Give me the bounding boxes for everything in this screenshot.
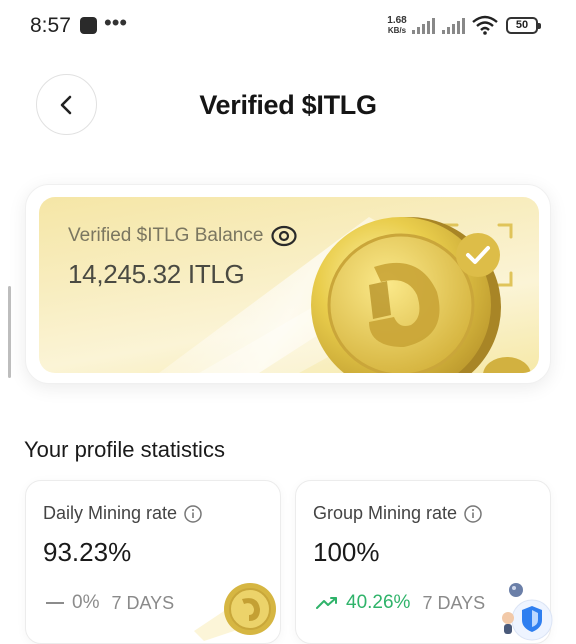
scroll-indicator[interactable] bbox=[8, 286, 11, 378]
dash-icon bbox=[46, 602, 64, 604]
balance-card: Verified $ITLG Balance 14,245.32 ITLG bbox=[25, 184, 551, 384]
stat-label: Daily Mining rate bbox=[43, 503, 178, 523]
info-icon[interactable] bbox=[184, 504, 202, 523]
stat-label: Group Mining rate bbox=[313, 503, 458, 523]
balance-label-row: Verified $ITLG Balance bbox=[68, 225, 297, 247]
network-speed-value: 1.68 bbox=[387, 15, 407, 26]
network-speed-unit: KB/s bbox=[387, 26, 407, 35]
floating-assistant-icon[interactable] bbox=[500, 582, 556, 644]
status-bar: 8:57 ••• 1.68 KB/s 50 bbox=[0, 0, 576, 54]
stat-card-daily-mining[interactable]: Daily Mining rate 93.23% 0% 7 DAYS bbox=[25, 480, 281, 644]
stat-label-row: Daily Mining rate bbox=[43, 503, 202, 524]
stat-label-row: Group Mining rate bbox=[313, 503, 482, 524]
balance-label: Verified $ITLG Balance bbox=[68, 225, 264, 246]
eye-icon[interactable] bbox=[271, 225, 297, 247]
signal-2-icon bbox=[442, 18, 465, 34]
page-title: Verified $ITLG bbox=[199, 90, 377, 120]
coin-decoration-icon bbox=[194, 583, 276, 641]
stat-value: 100% bbox=[313, 537, 380, 567]
stat-value: 93.23% bbox=[43, 537, 132, 567]
wifi-icon bbox=[472, 15, 498, 35]
trend-up-icon bbox=[316, 597, 337, 609]
balance-value: 14,245.32 ITLG bbox=[68, 259, 245, 289]
status-time: 8:57 bbox=[30, 14, 71, 37]
network-speed: 1.68 KB/s bbox=[384, 16, 410, 36]
stat-period: 7 DAYS bbox=[422, 592, 486, 613]
stat-change: 40.26% bbox=[346, 592, 411, 613]
balance-card-inner: Verified $ITLG Balance 14,245.32 ITLG bbox=[39, 197, 539, 373]
battery-icon: 50 bbox=[506, 17, 541, 34]
stat-period: 7 DAYS bbox=[111, 592, 175, 613]
stat-change-row: 0% 7 DAYS bbox=[46, 592, 174, 614]
signal-icon bbox=[412, 18, 435, 34]
stat-change: 0% bbox=[72, 592, 100, 613]
stat-change-row: 40.26% 7 DAYS bbox=[316, 592, 485, 614]
app-notification-icon bbox=[80, 17, 97, 34]
stats-section-title: Your profile statistics bbox=[24, 437, 225, 462]
more-notifications-icon: ••• bbox=[104, 10, 128, 35]
info-icon[interactable] bbox=[464, 504, 482, 523]
